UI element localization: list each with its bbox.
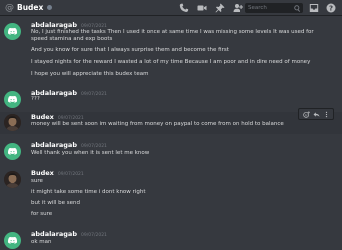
message-text: ok man xyxy=(31,239,52,245)
message-header: abdalaragab 09/07/2021 xyxy=(31,21,107,29)
message-text: I stayed nights for the reward I wasted … xyxy=(31,59,311,65)
discord-logo-icon xyxy=(7,95,18,103)
username[interactable]: abdalaragab xyxy=(31,141,77,149)
search-input[interactable] xyxy=(248,3,294,13)
budex-avatar xyxy=(4,171,21,188)
message-header: abdalaragab 09/07/2021 xyxy=(31,89,107,97)
username[interactable]: Budex xyxy=(31,113,54,121)
discord-logo-icon xyxy=(7,27,18,35)
inbox-icon[interactable] xyxy=(308,2,320,14)
avatar[interactable] xyxy=(4,23,21,40)
discord-logo-icon xyxy=(7,147,18,155)
channel-name: Budex xyxy=(17,2,44,12)
status-offline-icon xyxy=(47,5,53,10)
add-reaction-icon[interactable] xyxy=(301,109,311,119)
call-icon[interactable] xyxy=(178,2,190,14)
message-text: speed stamina and exp boots xyxy=(31,36,113,42)
message-actions-toolbar xyxy=(298,108,334,120)
message-header: Budex 09/07/2021 xyxy=(31,169,84,177)
message-text: Well thank you when it is sent let me kn… xyxy=(31,150,150,156)
search-icon xyxy=(294,4,301,12)
reply-icon[interactable] xyxy=(311,109,321,119)
budex-avatar xyxy=(4,114,21,131)
avatar[interactable] xyxy=(4,91,21,108)
video-call-icon[interactable] xyxy=(196,2,208,14)
at-icon: @ xyxy=(5,2,14,13)
timestamp: 09/07/2021 xyxy=(80,233,107,238)
avatar[interactable] xyxy=(4,114,21,131)
message-header: abdalaragab 09/07/2021 xyxy=(31,141,107,149)
message-list[interactable]: abdalaragab 09/07/2021 No, I just finish… xyxy=(0,16,342,250)
more-options-icon[interactable] xyxy=(321,109,331,119)
discord-dm-window: @ Budex ? xyxy=(0,0,342,250)
message-group[interactable]: Budex 09/07/2021 money will be sent soon… xyxy=(0,108,342,134)
username[interactable]: abdalaragab xyxy=(31,230,77,238)
add-friend-to-dm-icon[interactable] xyxy=(232,2,244,14)
avatar[interactable] xyxy=(4,143,21,160)
pinned-messages-icon[interactable] xyxy=(214,2,226,14)
message-text: it might take some time i dont know righ… xyxy=(31,189,146,195)
svg-text:?: ? xyxy=(329,5,333,13)
discord-logo-icon xyxy=(7,236,18,244)
message-text: sure xyxy=(31,178,43,184)
message-text: for sure xyxy=(31,211,53,217)
username[interactable]: Budex xyxy=(31,169,54,177)
username[interactable]: abdalaragab xyxy=(31,21,77,29)
message-text: money will be sent soon im waiting from … xyxy=(31,121,284,127)
message-text: but it will be send xyxy=(31,200,80,206)
message-header: abdalaragab 09/07/2021 xyxy=(31,230,107,238)
timestamp: 09/07/2021 xyxy=(80,92,107,97)
search-bar[interactable] xyxy=(245,3,303,13)
message-header: Budex 09/07/2021 xyxy=(31,113,84,121)
timestamp: 09/07/2021 xyxy=(80,144,107,149)
timestamp: 09/07/2021 xyxy=(57,172,84,177)
message-text: ??? xyxy=(31,96,40,102)
message-text: No, I just finished the tasks Then I use… xyxy=(31,29,314,35)
avatar[interactable] xyxy=(4,171,21,188)
message-text: And you know for sure that I always surp… xyxy=(31,47,229,53)
channel-header: @ Budex ? xyxy=(0,0,342,16)
help-icon[interactable]: ? xyxy=(325,2,337,14)
avatar[interactable] xyxy=(4,232,21,249)
message-text: I hope you will appreciate this budex te… xyxy=(31,71,149,77)
